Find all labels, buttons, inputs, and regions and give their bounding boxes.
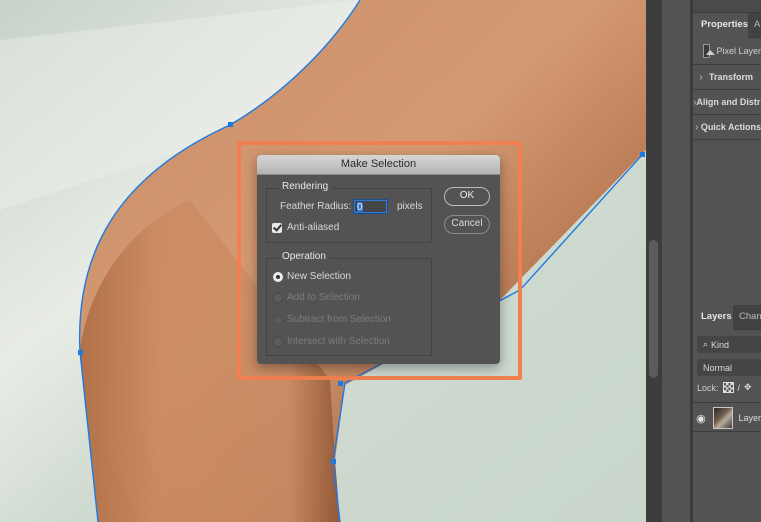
canvas-scrollbar-thumb[interactable]: [649, 240, 658, 378]
search-icon: ⌕: [703, 339, 709, 349]
dialog-title[interactable]: Make Selection: [257, 155, 500, 175]
feather-radius-value: 0: [357, 202, 363, 213]
anti-aliased-label[interactable]: Anti-aliased: [287, 222, 339, 233]
anchor-point: [228, 122, 233, 127]
cancel-button[interactable]: Cancel: [444, 215, 490, 234]
blend-mode-select[interactable]: Normal: [697, 359, 761, 376]
anchor-point: [331, 459, 336, 464]
radio-intersect-with-selection[interactable]: [273, 337, 283, 347]
section-label: Transform: [709, 72, 754, 82]
section-transform[interactable]: › Transform: [693, 65, 761, 90]
tab-properties[interactable]: Properties: [693, 13, 748, 38]
layer-thumbnail: [712, 407, 734, 429]
section-label: Quick Actions: [700, 122, 761, 132]
anchor-point: [640, 152, 645, 157]
layer-filter-kind[interactable]: ⌕ Kind: [697, 336, 761, 353]
operation-legend: Operation: [278, 251, 330, 262]
eye-icon[interactable]: ◉: [693, 412, 709, 425]
blend-mode-value: Normal: [703, 362, 733, 373]
lock-position-icon[interactable]: ✥: [744, 382, 752, 393]
layer-type-label: Pixel Layer: [716, 46, 761, 56]
feather-unit-label: pixels: [397, 201, 423, 212]
panel-dock-gutter: [662, 0, 690, 522]
chevron-right-icon: ›: [699, 71, 703, 83]
tab-layers[interactable]: Layers: [693, 305, 733, 330]
tab-adjustments[interactable]: A: [750, 13, 761, 38]
panel-topbar: [693, 0, 761, 13]
properties-tabs: Properties A: [693, 13, 761, 38]
rendering-legend: Rendering: [278, 181, 333, 192]
make-selection-dialog: Make Selection Rendering Feather Radius:…: [257, 155, 500, 364]
layer-row[interactable]: ◉ Layer: [693, 402, 761, 432]
radio-new-selection[interactable]: [273, 272, 283, 282]
section-label: Align and Distribute: [696, 97, 761, 107]
subtract-from-selection-label: Subtract from Selection: [287, 314, 391, 325]
anchor-point: [78, 350, 83, 355]
chevron-right-icon: ›: [695, 121, 699, 133]
lock-transparent-pixels-icon[interactable]: [722, 382, 734, 393]
intersect-with-selection-label: Intersect with Selection: [287, 336, 390, 347]
feather-radius-input[interactable]: 0: [354, 200, 387, 213]
add-to-selection-label: Add to Selection: [287, 292, 360, 303]
radio-add-to-selection[interactable]: [273, 293, 283, 303]
radio-subtract-from-selection[interactable]: [273, 315, 283, 325]
rendering-group: Rendering: [266, 181, 432, 243]
properties-panel: Properties A Pixel Layer › Transform › A…: [693, 0, 761, 305]
layers-tabs: Layers Channels: [693, 305, 761, 330]
new-selection-label[interactable]: New Selection: [287, 271, 351, 282]
anchor-point: [338, 381, 343, 386]
layers-panel: Layers Channels ⌕ Kind Normal Lock: / ✥ …: [693, 305, 761, 522]
anti-aliased-checkbox[interactable]: [272, 223, 282, 233]
layer-type-row: Pixel Layer: [693, 38, 761, 65]
lock-image-pixels-icon[interactable]: /: [738, 383, 741, 393]
pixel-layer-icon: [703, 44, 716, 58]
tab-channels[interactable]: Channels: [735, 305, 761, 330]
ok-button[interactable]: OK: [444, 187, 490, 206]
layer-name: Layer: [738, 413, 761, 423]
feather-radius-label: Feather Radius:: [280, 201, 352, 212]
section-quick-actions[interactable]: › Quick Actions: [693, 115, 761, 140]
section-align-distribute[interactable]: › Align and Distribute: [693, 90, 761, 115]
filter-kind-label: Kind: [711, 339, 730, 350]
lock-row: Lock: / ✥: [697, 382, 761, 393]
lock-label: Lock:: [697, 382, 719, 393]
